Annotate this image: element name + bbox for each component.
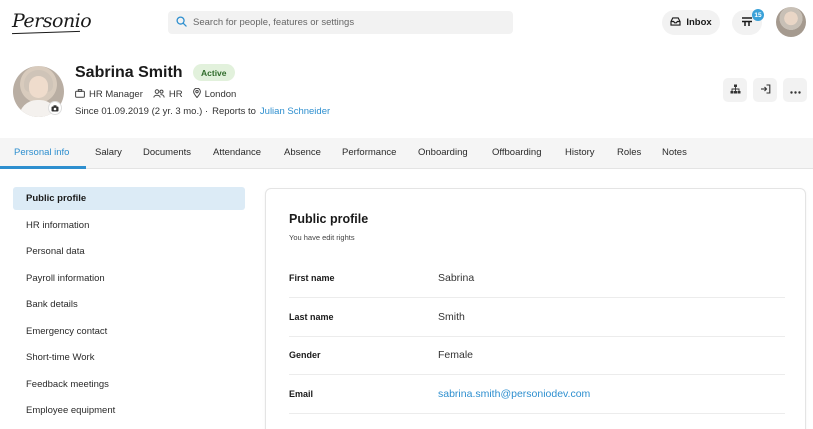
field-value[interactable]: Female <box>438 349 473 361</box>
team-icon <box>153 88 165 101</box>
nav-item-employee-equipment[interactable]: Employee equipment <box>13 399 245 422</box>
field-row-gender[interactable]: Gender Female <box>289 337 785 375</box>
nav-item-hr-information[interactable]: HR information <box>13 214 245 237</box>
employee-meta: HR Manager HR London <box>75 87 246 101</box>
sign-in-as-button[interactable] <box>753 78 777 102</box>
top-bar: Personio Inbox 15 <box>0 0 813 46</box>
public-profile-card: Public profile You have edit rights Firs… <box>265 188 806 429</box>
user-avatar[interactable] <box>776 7 806 37</box>
section-subtitle: You have edit rights <box>289 233 355 242</box>
email-link[interactable]: sabrina.smith@personiodev.com <box>438 388 590 400</box>
tab-offboarding[interactable]: Offboarding <box>492 147 541 158</box>
more-horizontal-icon <box>789 81 801 99</box>
change-photo-button[interactable] <box>48 101 62 115</box>
position-meta: HR Manager <box>75 88 143 101</box>
org-chart-icon <box>730 81 741 99</box>
location-meta: London <box>192 87 237 101</box>
nav-item-feedback-meetings[interactable]: Feedback meetings <box>13 373 245 396</box>
search-icon <box>176 14 187 32</box>
nav-item-payroll-information[interactable]: Payroll information <box>13 267 245 290</box>
department-text: HR <box>168 89 183 100</box>
more-actions-button[interactable] <box>783 78 807 102</box>
reports-to-link[interactable]: Julian Schneider <box>260 106 330 117</box>
employee-name: Sabrina Smith <box>75 64 183 81</box>
profile-tabs: Personal info Salary Documents Attendanc… <box>0 138 813 169</box>
field-label: First name <box>289 273 335 283</box>
sign-in-icon <box>760 81 771 99</box>
tab-roles[interactable]: Roles <box>617 147 641 158</box>
tab-absence[interactable]: Absence <box>284 147 321 158</box>
field-value[interactable]: Sabrina <box>438 272 474 284</box>
org-chart-button[interactable] <box>723 78 747 102</box>
nav-item-public-profile[interactable]: Public profile <box>13 187 245 210</box>
nav-item-emergency-contact[interactable]: Emergency contact <box>13 320 245 343</box>
tab-history[interactable]: History <box>565 147 595 158</box>
department-meta: HR <box>153 88 183 101</box>
tab-personal-info[interactable]: Personal info <box>14 147 69 158</box>
nav-item-bank-details[interactable]: Bank details <box>13 293 245 316</box>
active-tab-indicator <box>0 166 86 169</box>
field-row-email[interactable]: Email sabrina.smith@personiodev.com <box>289 376 785 414</box>
field-row-last-name[interactable]: Last name Smith <box>289 299 785 337</box>
inbox-button[interactable]: Inbox <box>662 10 720 35</box>
personio-logo[interactable]: Personio <box>12 10 92 32</box>
reports-to-label: Reports to <box>212 106 256 117</box>
inbox-label: Inbox <box>686 17 712 28</box>
search-input[interactable] <box>193 17 503 28</box>
field-row-first-name[interactable]: First name Sabrina <box>289 260 785 298</box>
since-text: Since 01.09.2019 (2 yr. 3 mo.) · <box>75 106 209 117</box>
briefcase-icon <box>75 88 85 101</box>
tab-notes[interactable]: Notes <box>662 147 687 158</box>
avatar-face <box>29 76 48 98</box>
section-title: Public profile <box>289 212 369 226</box>
field-value[interactable]: Smith <box>438 311 465 323</box>
tab-performance[interactable]: Performance <box>342 147 396 158</box>
field-label: Email <box>289 389 314 399</box>
position-text: HR Manager <box>89 89 143 100</box>
location-text: London <box>204 89 237 100</box>
search-bar[interactable] <box>168 11 513 34</box>
location-pin-icon <box>192 87 201 101</box>
camera-icon <box>51 99 59 117</box>
employment-since: Since 01.09.2019 (2 yr. 3 mo.) · Reports… <box>75 106 330 117</box>
status-badge: Active <box>193 64 235 81</box>
field-label: Gender <box>289 350 321 360</box>
tab-attendance[interactable]: Attendance <box>213 147 261 158</box>
inbox-icon <box>670 16 681 29</box>
field-label: Last name <box>289 312 334 322</box>
tab-onboarding[interactable]: Onboarding <box>418 147 468 158</box>
nav-item-short-time-work[interactable]: Short-time Work <box>13 346 245 369</box>
tab-documents[interactable]: Documents <box>143 147 191 158</box>
tab-salary[interactable]: Salary <box>95 147 122 158</box>
nav-item-personal-data[interactable]: Personal data <box>13 240 245 263</box>
tasks-count-badge: 15 <box>752 9 764 21</box>
